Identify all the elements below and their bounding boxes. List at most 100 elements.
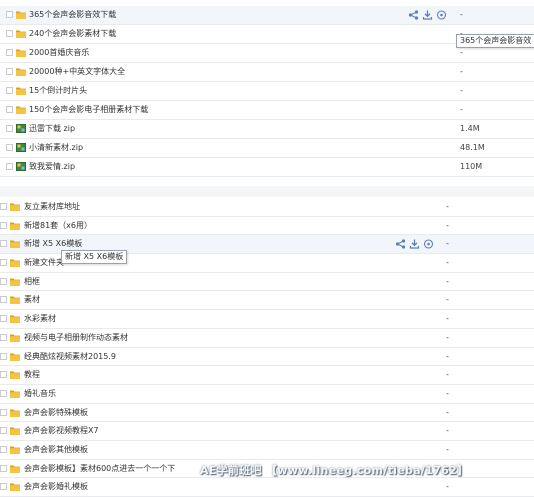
folder-icon	[10, 389, 20, 398]
file-name-link[interactable]: 教程	[24, 366, 40, 384]
share-icon[interactable]	[408, 10, 419, 20]
list-item[interactable]: 婚礼音乐 -	[0, 385, 534, 404]
file-name-link[interactable]: 水彩素材	[24, 310, 56, 328]
list-item[interactable]: 会声会影视频教程X7 -	[0, 422, 534, 441]
download-icon[interactable]	[409, 239, 420, 249]
list-item[interactable]: 致我爱情.zip 110M	[0, 158, 534, 177]
file-size: -	[446, 220, 449, 230]
file-name-link[interactable]: 240个会声会影素材下载	[29, 25, 116, 43]
row-checkbox[interactable]	[0, 427, 7, 435]
row-checkbox[interactable]	[0, 240, 7, 248]
file-name-link[interactable]: 2000首婚庆音乐	[29, 44, 89, 62]
file-name-link[interactable]: 150个会声会影电子相册素材下载	[29, 101, 148, 119]
folder-icon	[16, 29, 26, 38]
list-item[interactable]: 友立素材库地址 -	[0, 198, 534, 217]
list-item[interactable]: 15个倒计时片头 -	[0, 82, 534, 101]
row-checkbox[interactable]	[0, 277, 7, 285]
list-item[interactable]: 水彩素材 -	[0, 310, 534, 329]
folder-icon	[10, 426, 20, 436]
row-checkbox[interactable]	[6, 144, 13, 151]
row-checkbox[interactable]	[0, 296, 7, 304]
list-item[interactable]: 素材 -	[0, 291, 534, 311]
file-size: -	[460, 67, 463, 76]
file-name-link[interactable]: 会声会影其他模板	[24, 441, 88, 459]
list-item[interactable]: 2000首婚庆音乐 -	[0, 44, 534, 63]
list-item[interactable]: 经典酷炫视频素材2015.9 -	[0, 348, 534, 367]
row-checkbox[interactable]	[0, 464, 7, 472]
file-name-link[interactable]: 会声会影模板】素材600点进去一个一个下	[24, 460, 175, 478]
file-size: -	[446, 482, 449, 492]
filename-tooltip: 365个会声会影音效	[456, 34, 534, 48]
file-name-link[interactable]: 新建文件夹	[24, 254, 64, 272]
file-name-link[interactable]: 会声会影婚礼模板	[24, 478, 88, 496]
folder-icon	[10, 445, 20, 454]
zip-file-icon	[16, 124, 26, 133]
file-size: -	[446, 332, 449, 342]
more-icon[interactable]	[436, 10, 447, 20]
row-checkbox[interactable]	[6, 30, 13, 37]
file-size: -	[460, 10, 463, 19]
row-checkbox[interactable]	[6, 68, 13, 75]
file-name-link[interactable]: 迅雷下载 zip	[29, 120, 75, 138]
file-name-link[interactable]: 15个倒计时片头	[29, 82, 87, 100]
download-icon[interactable]	[422, 10, 433, 20]
file-list-top: 365个会声会影音效下载-240个会声会影素材下载-2000首婚庆音乐-2000…	[0, 6, 534, 177]
row-checkbox[interactable]	[0, 315, 7, 323]
row-checkbox[interactable]	[0, 221, 7, 229]
list-item[interactable]: 会声会影其他模板 -	[0, 441, 534, 460]
file-name-link[interactable]: 20000种+中英文字体大全	[29, 63, 125, 81]
share-icon[interactable]	[395, 239, 406, 249]
list-item[interactable]: 会声会影婚礼模板 -	[0, 478, 534, 497]
row-checkbox[interactable]	[6, 163, 13, 170]
file-name-link[interactable]: 致我爱情.zip	[29, 158, 75, 176]
list-item[interactable]: 教程 -	[0, 366, 534, 385]
list-item[interactable]: 相框 -	[0, 273, 534, 292]
watermark: AE学前班吧 【www.lineeg.com/tieba/1762】	[200, 464, 469, 477]
folder-icon	[10, 333, 20, 342]
list-item[interactable]: 迅雷下载 zip 1.4M	[0, 120, 534, 139]
file-size: -	[446, 388, 449, 398]
file-size: -	[446, 314, 449, 324]
row-checkbox[interactable]	[6, 87, 13, 94]
folder-icon	[10, 464, 20, 473]
file-name-link[interactable]: 素材	[24, 291, 40, 309]
file-name-link[interactable]: 相框	[24, 273, 40, 291]
folder-icon	[16, 48, 26, 57]
list-item[interactable]: 视频与电子相册制作动态素材 -	[0, 329, 534, 348]
row-checkbox[interactable]	[6, 49, 13, 56]
row-checkbox[interactable]	[0, 408, 7, 416]
file-name-link[interactable]: 会声会影特殊模板	[24, 404, 88, 422]
list-item[interactable]: 365个会声会影音效下载 -	[0, 6, 534, 25]
folder-icon	[16, 86, 26, 95]
list-item[interactable]: 240个会声会影素材下载-	[0, 25, 534, 44]
row-checkbox[interactable]	[0, 352, 7, 360]
list-item[interactable]: 新增81套（x6用） -	[0, 217, 534, 236]
file-name-link[interactable]: 经典酷炫视频素材2015.9	[24, 348, 116, 366]
row-actions	[408, 10, 450, 20]
row-checkbox[interactable]	[0, 445, 7, 453]
list-item[interactable]: 150个会声会影电子相册素材下载 -	[0, 101, 534, 120]
row-checkbox[interactable]	[6, 106, 13, 113]
file-name-link[interactable]: 小清新素材.zip	[29, 139, 83, 157]
list-item[interactable]: 20000种+中英文字体大全 -	[0, 63, 534, 82]
more-icon[interactable]	[423, 239, 434, 249]
file-name-link[interactable]: 友立素材库地址	[24, 198, 80, 216]
file-name-link[interactable]: 365个会声会影音效下载	[29, 6, 116, 24]
list-item[interactable]: 会声会影特殊模板 -	[0, 404, 534, 423]
file-name-link[interactable]: 新增81套（x6用）	[24, 217, 92, 235]
row-checkbox[interactable]	[0, 203, 7, 210]
file-size: 110M	[460, 162, 483, 171]
row-checkbox[interactable]	[0, 389, 7, 397]
row-checkbox[interactable]	[0, 371, 7, 379]
row-checkbox[interactable]	[0, 259, 7, 267]
zip-file-icon	[16, 143, 26, 152]
file-name-link[interactable]: 婚礼音乐	[24, 385, 56, 403]
row-checkbox[interactable]	[0, 333, 7, 341]
folder-icon	[10, 239, 20, 249]
row-checkbox[interactable]	[6, 125, 13, 132]
zip-file-icon	[16, 162, 26, 171]
file-name-link[interactable]: 会声会影视频教程X7	[24, 422, 99, 440]
row-checkbox[interactable]	[6, 11, 13, 18]
list-item[interactable]: 小清新素材.zip 48.1M	[0, 139, 534, 158]
file-name-link[interactable]: 视频与电子相册制作动态素材	[24, 329, 128, 347]
